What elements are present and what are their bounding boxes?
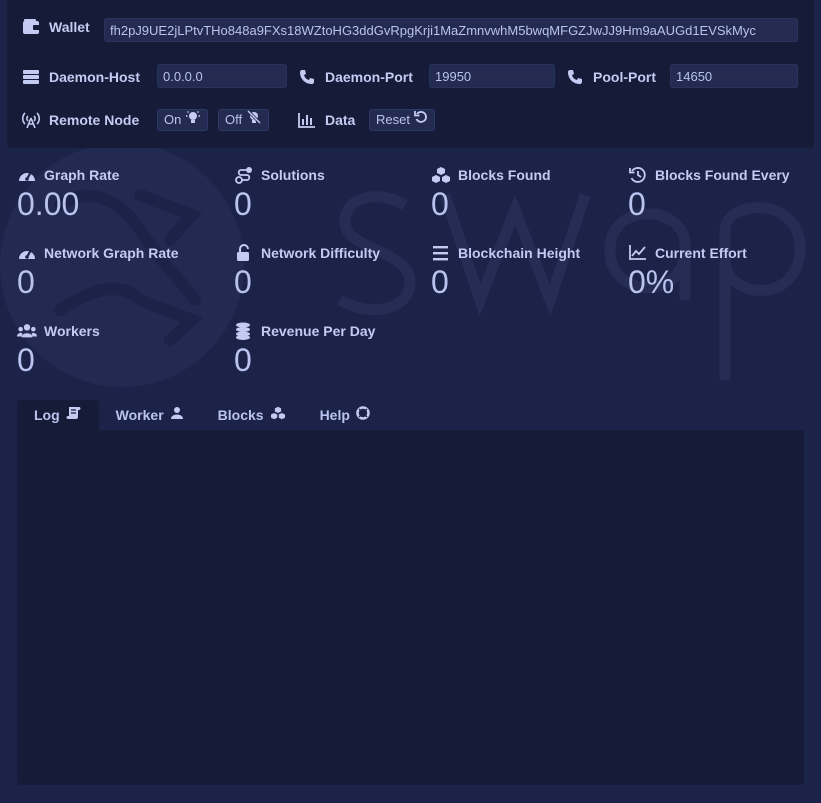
line-chart-icon	[628, 244, 648, 262]
tab-help[interactable]: Help	[303, 400, 387, 430]
daemon-host-row: Daemon-Host	[21, 68, 140, 86]
stat-value: 0	[431, 186, 449, 222]
stat-label: Revenue Per Day	[261, 323, 376, 339]
config-panel: Wallet fh2pJ9UE2jLPtvTHo848a9FXs18WZtoHG…	[7, 0, 814, 148]
users-icon	[17, 322, 37, 340]
stat-label: Blocks Found Every	[655, 167, 790, 183]
gauge-icon	[17, 244, 37, 262]
stat-value: 0	[234, 342, 252, 378]
stat-solutions: Solutions 0	[234, 165, 424, 223]
phone-icon	[297, 68, 317, 86]
stat-label: Workers	[44, 323, 100, 339]
daemon-port-label: Daemon-Port	[325, 69, 413, 85]
stat-label: Network Difficulty	[261, 245, 381, 261]
lightbulb-off-icon	[246, 109, 262, 130]
stat-label: Blocks Found	[458, 167, 551, 183]
scroll-icon	[66, 400, 82, 430]
user-icon	[170, 400, 184, 430]
antenna-icon	[21, 111, 41, 129]
coins-icon	[234, 322, 254, 340]
tab-log[interactable]: Log	[17, 400, 99, 430]
reset-label: Reset	[376, 112, 410, 127]
stat-blocks-found-every: Blocks Found Every 0	[628, 165, 818, 223]
wallet-icon	[21, 18, 41, 36]
daemon-port-input[interactable]: 19950	[429, 64, 555, 88]
stat-value: 0	[234, 264, 252, 300]
pool-port-row: Pool-Port	[565, 68, 656, 86]
stat-blockchain-height: Blockchain Height 0	[431, 243, 621, 301]
lightbulb-icon	[185, 110, 201, 130]
tab-label: Worker	[115, 407, 164, 423]
stat-value: 0	[628, 186, 646, 222]
gauge-icon	[17, 166, 37, 184]
remote-node-row: Remote Node	[21, 111, 139, 129]
remote-node-label: Remote Node	[49, 112, 140, 128]
stat-label: Graph Rate	[44, 167, 120, 183]
cubes-icon	[270, 400, 286, 430]
wallet-label: Wallet	[49, 19, 90, 35]
tab-label: Log	[34, 407, 60, 423]
stat-value: 0	[17, 342, 35, 378]
stat-blocks-found: Blocks Found 0	[431, 165, 621, 223]
stat-value: 0	[17, 264, 35, 300]
on-label: On	[164, 112, 182, 127]
tab-label: Blocks	[217, 407, 264, 423]
stat-value: 0	[431, 264, 449, 300]
history-icon	[628, 166, 648, 184]
unlock-icon	[234, 244, 254, 262]
stat-value: 0.00	[17, 186, 80, 222]
stat-network-difficulty: Network Difficulty 0	[234, 243, 424, 301]
pool-port-input[interactable]: 14650	[670, 64, 798, 88]
undo-icon	[414, 110, 428, 130]
stat-network-graph-rate: Network Graph Rate 0	[17, 243, 207, 301]
tab-blocks[interactable]: Blocks	[201, 400, 303, 430]
pool-port-label: Pool-Port	[593, 69, 656, 85]
life-ring-icon	[356, 400, 370, 430]
data-row: Data	[297, 111, 355, 129]
tab-bar: Log Worker Blocks Help	[17, 400, 387, 430]
stat-graph-rate: Graph Rate 0.00	[17, 165, 207, 223]
bars-icon	[431, 244, 451, 262]
stat-revenue-per-day: Revenue Per Day 0	[234, 321, 424, 379]
reset-button[interactable]: Reset	[369, 109, 435, 131]
log-panel	[17, 430, 804, 785]
stat-label: Blockchain Height	[458, 245, 581, 261]
stat-label: Current Effort	[655, 245, 747, 261]
bar-chart-icon	[297, 111, 317, 129]
remote-node-off-button[interactable]: Off	[218, 109, 270, 131]
stat-label: Network Graph Rate	[44, 245, 179, 261]
data-label: Data	[325, 112, 356, 128]
server-icon	[21, 68, 41, 86]
phone-icon	[565, 68, 585, 86]
wallet-row: Wallet	[21, 18, 90, 36]
stat-current-effort: Current Effort 0%	[628, 243, 818, 301]
tab-worker[interactable]: Worker	[99, 400, 201, 430]
daemon-port-row: Daemon-Port	[297, 68, 413, 86]
stat-label: Solutions	[261, 167, 325, 183]
cubes-icon	[431, 166, 451, 184]
wallet-input[interactable]: fh2pJ9UE2jLPtvTHo848a9FXs18WZtoHG3ddGvRp…	[104, 18, 798, 42]
daemon-host-label: Daemon-Host	[49, 69, 141, 85]
remote-node-on-button[interactable]: On	[157, 109, 209, 131]
route-icon	[234, 166, 254, 184]
tab-label: Help	[319, 407, 350, 423]
daemon-host-input[interactable]: 0.0.0.0	[157, 64, 287, 88]
stat-value: 0%	[628, 264, 675, 300]
stat-workers: Workers 0	[17, 321, 207, 379]
off-label: Off	[225, 112, 243, 127]
stat-value: 0	[234, 186, 252, 222]
